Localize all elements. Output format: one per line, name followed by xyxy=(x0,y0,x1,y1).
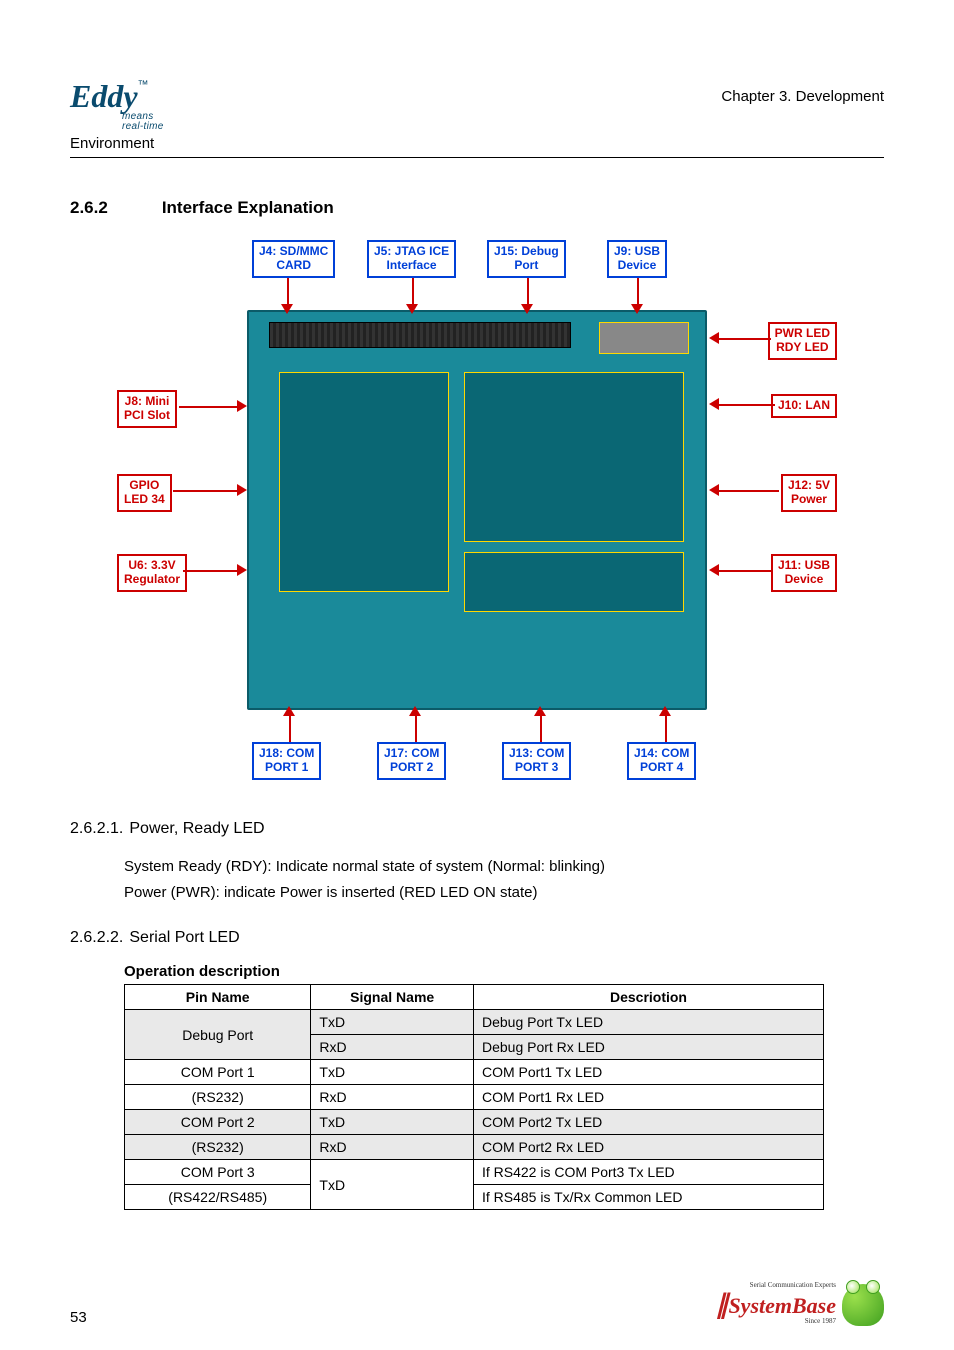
td-sig: RxD xyxy=(311,1085,474,1110)
logo: Eddy™ means real-time Environment xyxy=(70,80,164,151)
section-heading: 2.6.2 Interface Explanation xyxy=(70,198,884,218)
pcb-board xyxy=(247,310,707,710)
th-pin: Pin Name xyxy=(125,985,311,1010)
label-j14: J14: COM PORT 4 xyxy=(627,742,696,780)
logo-subtitle: means real-time xyxy=(122,112,164,132)
brand-text: SystemBase xyxy=(728,1293,836,1318)
td-desc: If RS485 is Tx/Rx Common LED xyxy=(473,1185,823,1210)
label-j18: J18: COM PORT 1 xyxy=(252,742,321,780)
td-desc: COM Port1 Rx LED xyxy=(473,1085,823,1110)
operation-description-label: Operation description xyxy=(124,963,884,980)
td-desc: COM Port1 Tx LED xyxy=(473,1060,823,1085)
subsection-2-number: 2.6.2.2. xyxy=(70,929,123,947)
label-j11: J11: USB Device xyxy=(771,554,837,592)
label-j5: J5: JTAG ICE Interface xyxy=(367,240,456,278)
td-pin: COM Port 3 xyxy=(125,1160,311,1185)
logo-tm: ™ xyxy=(138,79,149,91)
th-desc: Descriotion xyxy=(473,985,823,1010)
td-desc: If RS422 is COM Port3 Tx LED xyxy=(473,1160,823,1185)
section-number: 2.6.2 xyxy=(70,198,108,218)
brand-tag-bot: Since 1987 xyxy=(805,1318,836,1326)
board-diagram: J4: SD/MMC CARD J5: JTAG ICE Interface J… xyxy=(117,240,837,780)
footer-brand: ∥SystemBase Serial Communication Experts… xyxy=(715,1284,884,1326)
td-desc: Debug Port Tx LED xyxy=(473,1010,823,1035)
body-line: System Ready (RDY): Indicate normal stat… xyxy=(124,854,884,880)
label-j12: J12: 5V Power xyxy=(781,474,837,512)
page-footer: 53 ∥SystemBase Serial Communication Expe… xyxy=(70,1284,884,1326)
label-pwrled: PWR LED RDY LED xyxy=(768,322,837,360)
label-j8: J8: Mini PCI Slot xyxy=(117,390,177,428)
td-sig: TxD xyxy=(311,1060,474,1085)
subsection-1-number: 2.6.2.1. xyxy=(70,820,123,838)
td-sig: TxD xyxy=(311,1160,474,1210)
td-pin: (RS422/RS485) xyxy=(125,1185,311,1210)
frog-icon xyxy=(842,1284,884,1326)
td-desc: COM Port2 Rx LED xyxy=(473,1135,823,1160)
td-sig: TxD xyxy=(311,1010,474,1035)
td-pin: (RS232) xyxy=(125,1135,311,1160)
body-line: Power (PWR): indicate Power is inserted … xyxy=(124,880,884,906)
label-j10: J10: LAN xyxy=(771,394,837,418)
subsection-1: 2.6.2.1. Power, Ready LED xyxy=(70,820,884,838)
chapter-label: Chapter 3. Development xyxy=(721,88,884,105)
subsection-2-title: Serial Port LED xyxy=(129,929,239,947)
td-sig: RxD xyxy=(311,1135,474,1160)
page-number: 53 xyxy=(70,1309,87,1326)
brand-tag-top: Serial Communication Experts xyxy=(750,1282,836,1290)
label-j15: J15: Debug Port xyxy=(487,240,566,278)
label-gpio: GPIO LED 34 xyxy=(117,474,172,512)
td-pin: COM Port 1 xyxy=(125,1060,311,1085)
subsection-2: 2.6.2.2. Serial Port LED xyxy=(70,929,884,947)
td-pin: (RS232) xyxy=(125,1085,311,1110)
td-pin: Debug Port xyxy=(125,1010,311,1060)
td-desc: Debug Port Rx LED xyxy=(473,1035,823,1060)
label-j13: J13: COM PORT 3 xyxy=(502,742,571,780)
header: Eddy™ means real-time Environment Chapte… xyxy=(70,80,884,158)
section-title: Interface Explanation xyxy=(162,198,334,218)
subsection-1-title: Power, Ready LED xyxy=(129,820,264,838)
led-table: Pin Name Signal Name Descriotion Debug P… xyxy=(124,984,824,1210)
environment-label: Environment xyxy=(70,136,164,151)
td-desc: COM Port2 Tx LED xyxy=(473,1110,823,1135)
label-j4: J4: SD/MMC CARD xyxy=(252,240,335,278)
label-u6: U6: 3.3V Regulator xyxy=(117,554,187,592)
td-sig: RxD xyxy=(311,1035,474,1060)
label-j9: J9: USB Device xyxy=(607,240,667,278)
subsection-1-body: System Ready (RDY): Indicate normal stat… xyxy=(124,854,884,905)
td-sig: TxD xyxy=(311,1110,474,1135)
label-j17: J17: COM PORT 2 xyxy=(377,742,446,780)
logo-text: Eddy xyxy=(70,78,138,114)
th-sig: Signal Name xyxy=(311,985,474,1010)
td-pin: COM Port 2 xyxy=(125,1110,311,1135)
